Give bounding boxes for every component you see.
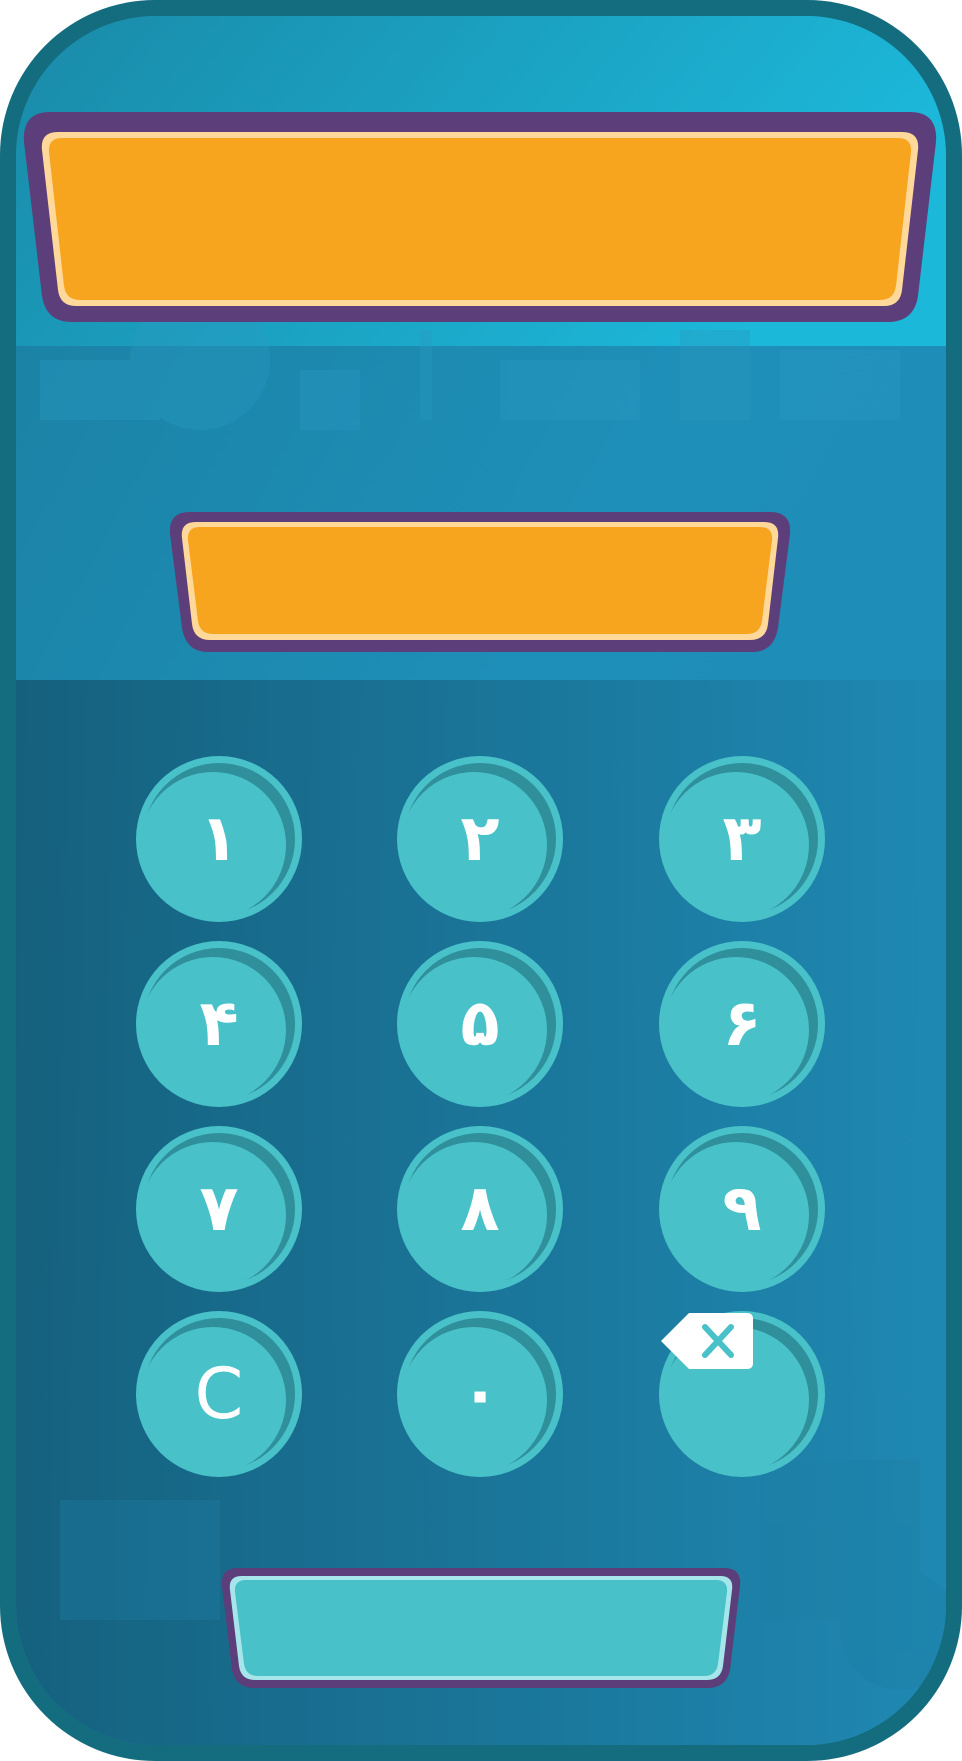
key-0[interactable]: ٠ xyxy=(397,1311,563,1477)
key-label: ٧ xyxy=(199,1172,239,1246)
key-6[interactable]: ۶ xyxy=(659,941,825,1107)
key-9[interactable]: ٩ xyxy=(659,1126,825,1292)
key-8[interactable]: ٨ xyxy=(397,1126,563,1292)
key-icon-holder xyxy=(659,1311,825,1477)
key-2[interactable]: ٢ xyxy=(397,756,563,922)
key-1[interactable]: ١ xyxy=(136,756,302,922)
answer-display-value xyxy=(168,510,792,654)
clear-key[interactable]: C xyxy=(136,1311,302,1477)
key-5[interactable]: ۵ xyxy=(397,941,563,1107)
title-banner-text xyxy=(22,110,938,324)
key-label: ۵ xyxy=(460,987,500,1061)
backspace-icon xyxy=(661,1313,786,1424)
key-label: ٣ xyxy=(722,802,762,876)
key-7[interactable]: ٧ xyxy=(136,1126,302,1292)
key-3[interactable]: ٣ xyxy=(659,756,825,922)
submit-button-label xyxy=(220,1566,742,1690)
key-label: C xyxy=(194,1353,244,1435)
game-screen: ١ ٢ ٣ ۴ ۵ ۶ ٧ ٨ ٩ C ٠ xyxy=(0,0,962,1761)
answer-display xyxy=(168,510,792,654)
key-label: ٩ xyxy=(722,1172,762,1246)
key-label: ٨ xyxy=(460,1172,500,1246)
key-label: ١ xyxy=(199,802,239,876)
backspace-key[interactable] xyxy=(659,1311,825,1477)
key-label: ۴ xyxy=(199,987,239,1061)
key-label: ۶ xyxy=(722,987,762,1061)
key-label: ٠ xyxy=(460,1357,500,1431)
key-label: ٢ xyxy=(460,802,500,876)
title-banner xyxy=(22,110,938,324)
key-4[interactable]: ۴ xyxy=(136,941,302,1107)
submit-button[interactable] xyxy=(220,1566,742,1690)
